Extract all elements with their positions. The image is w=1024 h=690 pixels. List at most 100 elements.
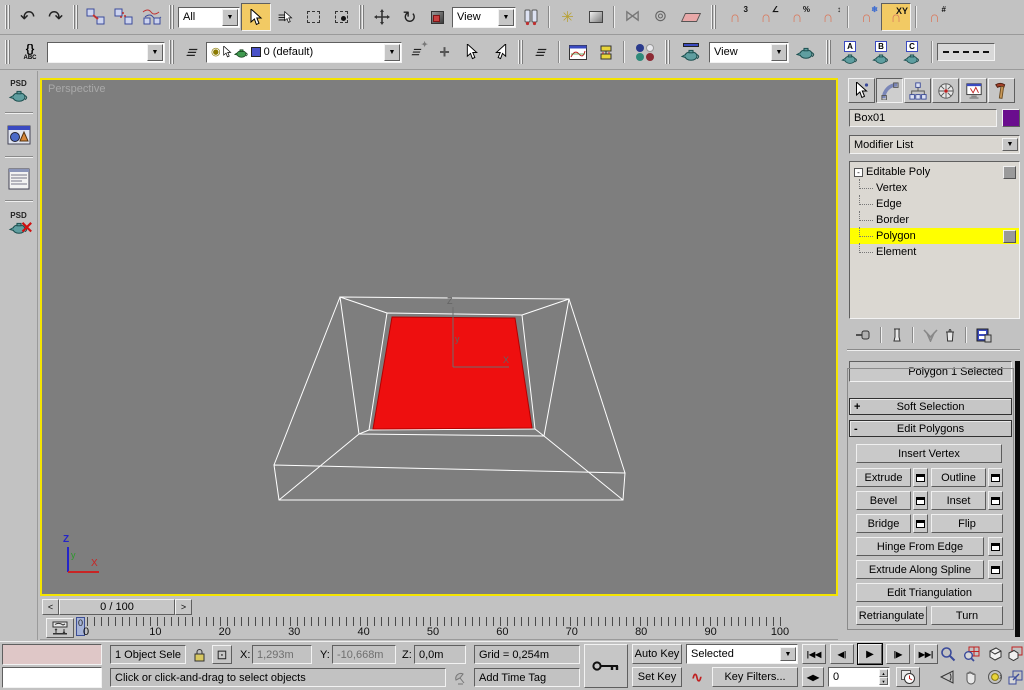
key-filters-button[interactable]: Key Filters... bbox=[712, 667, 798, 687]
select-and-rotate-button[interactable]: ↻ bbox=[396, 3, 423, 31]
set-keys-button[interactable] bbox=[584, 644, 628, 688]
render-type-dropdown[interactable]: View ▼ bbox=[709, 41, 789, 63]
auto-key-button[interactable]: Auto Key bbox=[632, 644, 682, 664]
mirror-button[interactable]: ⋈ bbox=[619, 3, 646, 31]
select-and-scale-button[interactable] bbox=[424, 3, 451, 31]
render-preset-a-button[interactable]: A bbox=[835, 38, 865, 66]
configure-modifier-sets-icon[interactable] bbox=[976, 328, 992, 343]
named-selection-sets-button[interactable]: {} ABC bbox=[14, 38, 46, 66]
select-object-button[interactable] bbox=[241, 3, 271, 31]
hinge-settings-button[interactable] bbox=[988, 537, 1003, 556]
percent-snap-toggle-button[interactable]: ∩% bbox=[782, 3, 812, 31]
play-button[interactable]: ▶ bbox=[857, 643, 883, 665]
stack-item-box[interactable] bbox=[1003, 165, 1016, 179]
rectangular-selection-region-button[interactable] bbox=[300, 3, 327, 31]
flip-button[interactable]: Flip bbox=[931, 514, 1003, 533]
separator-preset-field[interactable] bbox=[937, 43, 995, 61]
absolute-offset-mode-toggle[interactable]: ⊡ bbox=[212, 645, 232, 664]
show-end-result-icon[interactable] bbox=[891, 328, 903, 343]
schematic-view-button[interactable] bbox=[592, 38, 619, 66]
z-coordinate-field[interactable]: 0,0m bbox=[414, 645, 466, 664]
curve-editor-button[interactable] bbox=[564, 38, 591, 66]
stack-item-label[interactable]: Polygon bbox=[876, 230, 916, 242]
toolbar-drag-handle[interactable] bbox=[518, 40, 523, 64]
tab-create[interactable] bbox=[848, 78, 875, 103]
tab-modify[interactable] bbox=[876, 78, 903, 103]
panel-scrollbar[interactable] bbox=[1015, 361, 1020, 637]
select-and-manipulate-button[interactable]: ✳ bbox=[554, 3, 581, 31]
bevel-settings-button[interactable] bbox=[913, 491, 928, 510]
current-frame-field[interactable]: 0 ▲ ▼ bbox=[828, 667, 890, 687]
remove-modifier-trash-icon[interactable] bbox=[944, 328, 956, 342]
stack-item[interactable]: Edge bbox=[850, 196, 1019, 212]
select-objects-in-layer-button[interactable] bbox=[459, 38, 486, 66]
go-to-start-button[interactable]: |◀◀ bbox=[802, 644, 826, 664]
time-slider[interactable]: 0 / 100 bbox=[59, 598, 175, 615]
create-new-layer-button[interactable]: ≡ ✦ bbox=[403, 38, 430, 66]
set-key-button[interactable]: Set Key bbox=[632, 667, 682, 687]
named-selection-dropdown[interactable]: ▼ bbox=[47, 41, 165, 63]
extrude-button[interactable]: Extrude bbox=[856, 468, 911, 487]
extrude-along-spline-settings-button[interactable] bbox=[988, 560, 1003, 579]
select-and-link-icon[interactable] bbox=[82, 3, 109, 31]
keyboard-override-box-button[interactable] bbox=[582, 3, 609, 31]
selection-lock-toggle[interactable] bbox=[190, 646, 208, 664]
inset-settings-button[interactable] bbox=[988, 491, 1003, 510]
track-bar[interactable]: 0 0 10 20 30 40 50 60 70 80 90 100 bbox=[40, 617, 838, 640]
default-tangent-button[interactable]: ∿ bbox=[686, 667, 708, 687]
render-preset-b-button[interactable]: B bbox=[866, 38, 896, 66]
time-configuration-button[interactable] bbox=[896, 667, 920, 687]
stack-item-label[interactable]: Element bbox=[876, 246, 916, 258]
psd-render-off-button[interactable]: PSD ✕ bbox=[2, 206, 36, 240]
min-max-toggle-button[interactable] bbox=[1006, 667, 1024, 687]
toolbar-drag-handle[interactable] bbox=[826, 40, 831, 64]
tab-motion[interactable] bbox=[932, 78, 959, 103]
spinner-snap-toggle-button[interactable]: ∩ ↕ bbox=[813, 3, 843, 31]
dropdown-arrow-icon[interactable]: ▼ bbox=[1002, 138, 1018, 151]
modifier-list-dropdown[interactable]: Modifier List ▼ bbox=[849, 135, 1020, 154]
snap-xy-constraint-button[interactable]: ∩ XY bbox=[881, 3, 911, 31]
scene-preview-button[interactable] bbox=[2, 118, 36, 152]
next-frame-button[interactable]: |▶ bbox=[886, 644, 910, 664]
stack-item-label[interactable]: Vertex bbox=[876, 182, 907, 194]
outline-settings-button[interactable] bbox=[988, 468, 1003, 487]
material-editor-button[interactable] bbox=[629, 38, 661, 66]
maxscript-mini-listener-pink[interactable] bbox=[2, 644, 102, 665]
extrude-settings-button[interactable] bbox=[913, 468, 928, 487]
object-color-swatch[interactable] bbox=[1002, 109, 1020, 127]
zoom-extents-button[interactable] bbox=[984, 644, 1006, 664]
previous-frame-button[interactable]: ◀| bbox=[830, 644, 854, 664]
next-frame-slider-button[interactable]: > bbox=[175, 598, 192, 615]
dropdown-arrow-icon[interactable]: ▼ bbox=[147, 43, 163, 61]
snaps-freeze-button[interactable]: ∩ ❄ bbox=[853, 3, 880, 31]
perspective-viewport[interactable]: Perspective Z y X Z y X bbox=[40, 78, 838, 596]
tab-utilities[interactable] bbox=[988, 78, 1015, 103]
stack-item-label[interactable]: Border bbox=[876, 214, 909, 226]
toolbar-drag-handle[interactable] bbox=[5, 40, 10, 64]
modifier-stack-list[interactable]: - Editable Poly Vertex Edge Border Polyg… bbox=[849, 161, 1020, 319]
bridge-settings-button[interactable] bbox=[913, 514, 928, 533]
snap-toggle-3d-button[interactable]: ∩ 3 bbox=[720, 3, 750, 31]
toolbar-drag-handle[interactable] bbox=[169, 40, 174, 64]
pan-button[interactable] bbox=[960, 667, 982, 687]
extrude-along-spline-button[interactable]: Extrude Along Spline bbox=[856, 560, 984, 579]
stack-item[interactable]: Polygon bbox=[850, 228, 1019, 244]
toolbar-drag-handle[interactable] bbox=[665, 40, 670, 64]
stack-item[interactable]: Vertex bbox=[850, 180, 1019, 196]
window-crossing-toggle[interactable] bbox=[328, 3, 355, 31]
layer-manager-button[interactable]: ≡ bbox=[527, 38, 554, 66]
tab-display[interactable] bbox=[960, 78, 987, 103]
stack-item-label[interactable]: Edge bbox=[876, 198, 902, 210]
rollout-soft-selection[interactable]: + Soft Selection bbox=[849, 398, 1012, 415]
quick-render-button[interactable] bbox=[790, 38, 822, 66]
edit-triangulation-button[interactable]: Edit Triangulation bbox=[856, 583, 1003, 602]
grid-snap-button[interactable]: ∩ # bbox=[921, 3, 948, 31]
stack-expand-toggle[interactable]: - bbox=[854, 167, 863, 177]
go-to-end-button[interactable]: ▶▶| bbox=[914, 644, 938, 664]
make-unique-icon[interactable] bbox=[923, 328, 938, 342]
form-dialog-button[interactable] bbox=[2, 162, 36, 196]
render-preset-c-button[interactable]: C bbox=[897, 38, 927, 66]
zoom-extents-all-button[interactable] bbox=[1006, 644, 1024, 664]
zoom-button[interactable] bbox=[938, 644, 958, 664]
toolbar-drag-handle[interactable] bbox=[359, 5, 364, 29]
